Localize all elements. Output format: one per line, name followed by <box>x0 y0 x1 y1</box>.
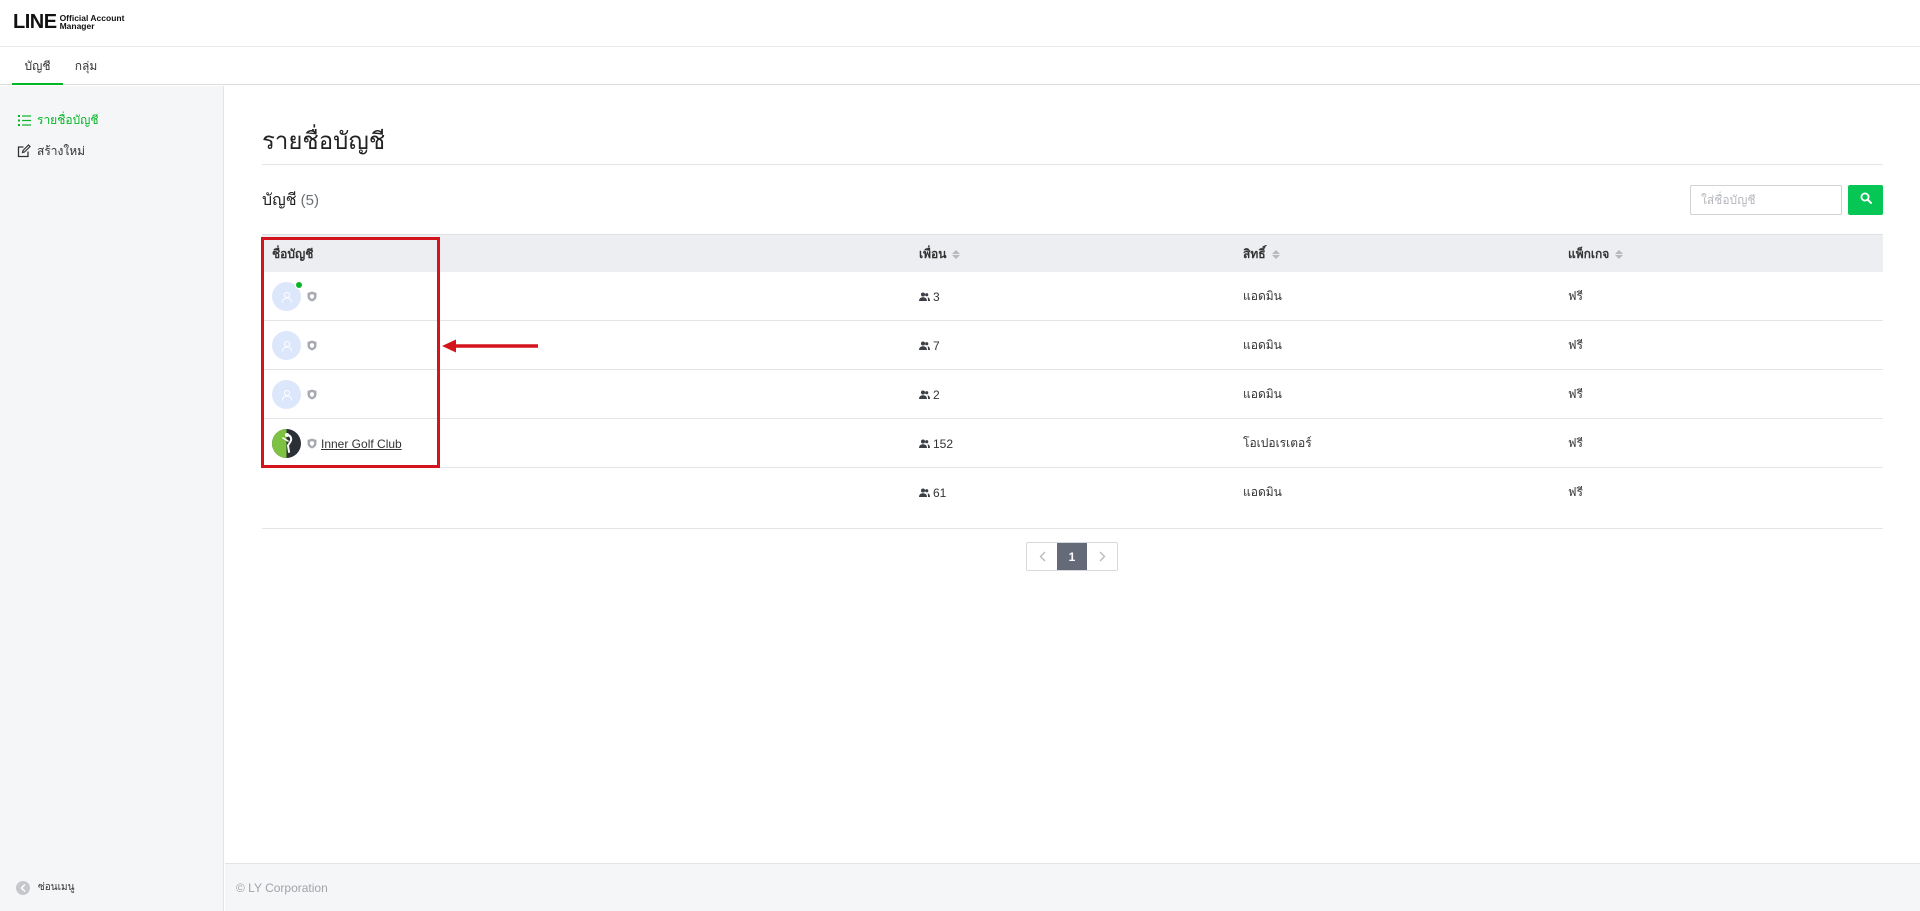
account-name-link[interactable]: Inner Golf Club <box>321 437 402 451</box>
friends-count: 152 <box>933 436 954 451</box>
package-value: ฟรี <box>1568 485 1583 499</box>
sort-icon <box>952 249 961 259</box>
friends-count: 3 <box>933 289 940 304</box>
footer: © LY Corporation <box>225 863 1920 911</box>
shield-icon <box>307 291 317 302</box>
user-placeholder-icon <box>281 291 292 303</box>
account-count: (5) <box>300 192 319 209</box>
avatar <box>272 331 301 360</box>
section-header: บัญชี (5) <box>262 188 319 213</box>
column-header-package[interactable]: แพ็กเกจ <box>1568 235 1624 273</box>
column-header-account-name: ชื่อบัญชี <box>272 247 314 261</box>
collapse-menu-label: ซ่อนเมนู <box>38 882 75 893</box>
copyright-text: © LY Corporation <box>236 881 328 895</box>
pagination: 1 <box>1026 542 1118 571</box>
sidebar-item-label: สร้างใหม่ <box>37 143 86 158</box>
avatar <box>272 429 301 458</box>
avatar <box>272 281 303 311</box>
package-value: ฟรี <box>1568 436 1583 450</box>
pagination-page-button[interactable]: 1 <box>1057 543 1087 570</box>
user-placeholder-icon <box>281 340 292 352</box>
logo-wordmark: LINE <box>13 11 57 33</box>
section-title: บัญชี <box>262 192 297 209</box>
column-header-role[interactable]: สิทธิ์ <box>1243 235 1280 273</box>
logo-subtitle: Official Account Manager <box>59 12 125 31</box>
table-row[interactable]: Inner Golf Club 152 โอเปอเรเตอร์ ฟรี <box>262 419 1883 468</box>
friends-icon <box>919 488 930 497</box>
table-header: ชื่อบัญชี เพื่อน สิทธิ์ แพ็กเกจ <box>262 234 1883 272</box>
role-value: แอดมิน <box>1243 485 1282 499</box>
divider <box>262 164 1883 165</box>
package-value: ฟรี <box>1568 289 1583 303</box>
friends-count: 61 <box>933 485 947 500</box>
shield-icon <box>307 389 317 400</box>
chevron-left-icon <box>16 880 30 895</box>
edit-icon <box>17 144 31 158</box>
sort-icon <box>1271 249 1280 259</box>
friends-icon <box>919 341 930 350</box>
status-indicator-dot <box>295 281 303 289</box>
tab-accounts[interactable]: บัญชี <box>12 48 63 85</box>
sidebar: รายชื่อบัญชี สร้างใหม่ ซ่อนเมนู <box>0 86 224 911</box>
role-value: แอดมิน <box>1243 338 1282 352</box>
column-header-friends[interactable]: เพื่อน <box>919 235 961 273</box>
friends-icon <box>919 439 930 448</box>
role-value: โอเปอเรเตอร์ <box>1243 436 1312 450</box>
chevron-right-icon <box>1099 551 1105 562</box>
sidebar-item-account-list[interactable]: รายชื่อบัญชี <box>17 111 99 129</box>
pagination-prev-button[interactable] <box>1027 543 1057 570</box>
table-row[interactable]: 3 แอดมิน ฟรี <box>262 272 1883 321</box>
friends-icon <box>919 390 930 399</box>
search-input[interactable] <box>1690 185 1842 215</box>
main-content: รายชื่อบัญชี บัญชี(5) ชื่อบัญชี เพื่อน ส… <box>225 86 1920 863</box>
package-value: ฟรี <box>1568 387 1583 401</box>
avatar <box>272 380 301 409</box>
search-button[interactable] <box>1848 185 1883 215</box>
chevron-left-icon <box>1039 551 1045 562</box>
top-header: LINE Official Account Manager <box>0 0 1920 47</box>
friends-count: 2 <box>933 387 940 402</box>
table-row[interactable]: 61 แอดมิน ฟรี <box>262 468 1883 529</box>
list-icon <box>17 113 31 127</box>
shield-icon <box>307 340 317 351</box>
sidebar-item-label: รายชื่อบัญชี <box>37 112 99 127</box>
package-value: ฟรี <box>1568 338 1583 352</box>
search-icon <box>1860 191 1872 209</box>
friends-icon <box>919 292 930 301</box>
annotation-arrow-icon <box>442 339 538 353</box>
golf-club-logo-icon <box>272 429 301 458</box>
collapse-menu-button[interactable]: ซ่อนเมนู <box>16 880 74 895</box>
sort-icon <box>1615 249 1624 259</box>
table-row[interactable]: 2 แอดมิน ฟรี <box>262 370 1883 419</box>
tab-groups[interactable]: กลุ่ม <box>73 48 99 84</box>
sidebar-item-create-new[interactable]: สร้างใหม่ <box>17 142 85 160</box>
tab-bar: บัญชี กลุ่ม <box>0 48 1920 85</box>
shield-icon <box>307 438 317 449</box>
user-placeholder-icon <box>281 389 292 401</box>
line-oa-manager-logo[interactable]: LINE Official Account Manager <box>13 12 124 32</box>
role-value: แอดมิน <box>1243 289 1282 303</box>
page-title: รายชื่อบัญชี <box>262 128 386 155</box>
friends-count: 7 <box>933 338 940 353</box>
pagination-next-button[interactable] <box>1087 543 1117 570</box>
accounts-table: ชื่อบัญชี เพื่อน สิทธิ์ แพ็กเกจ 3 แอดมิน… <box>262 234 1883 529</box>
role-value: แอดมิน <box>1243 387 1282 401</box>
